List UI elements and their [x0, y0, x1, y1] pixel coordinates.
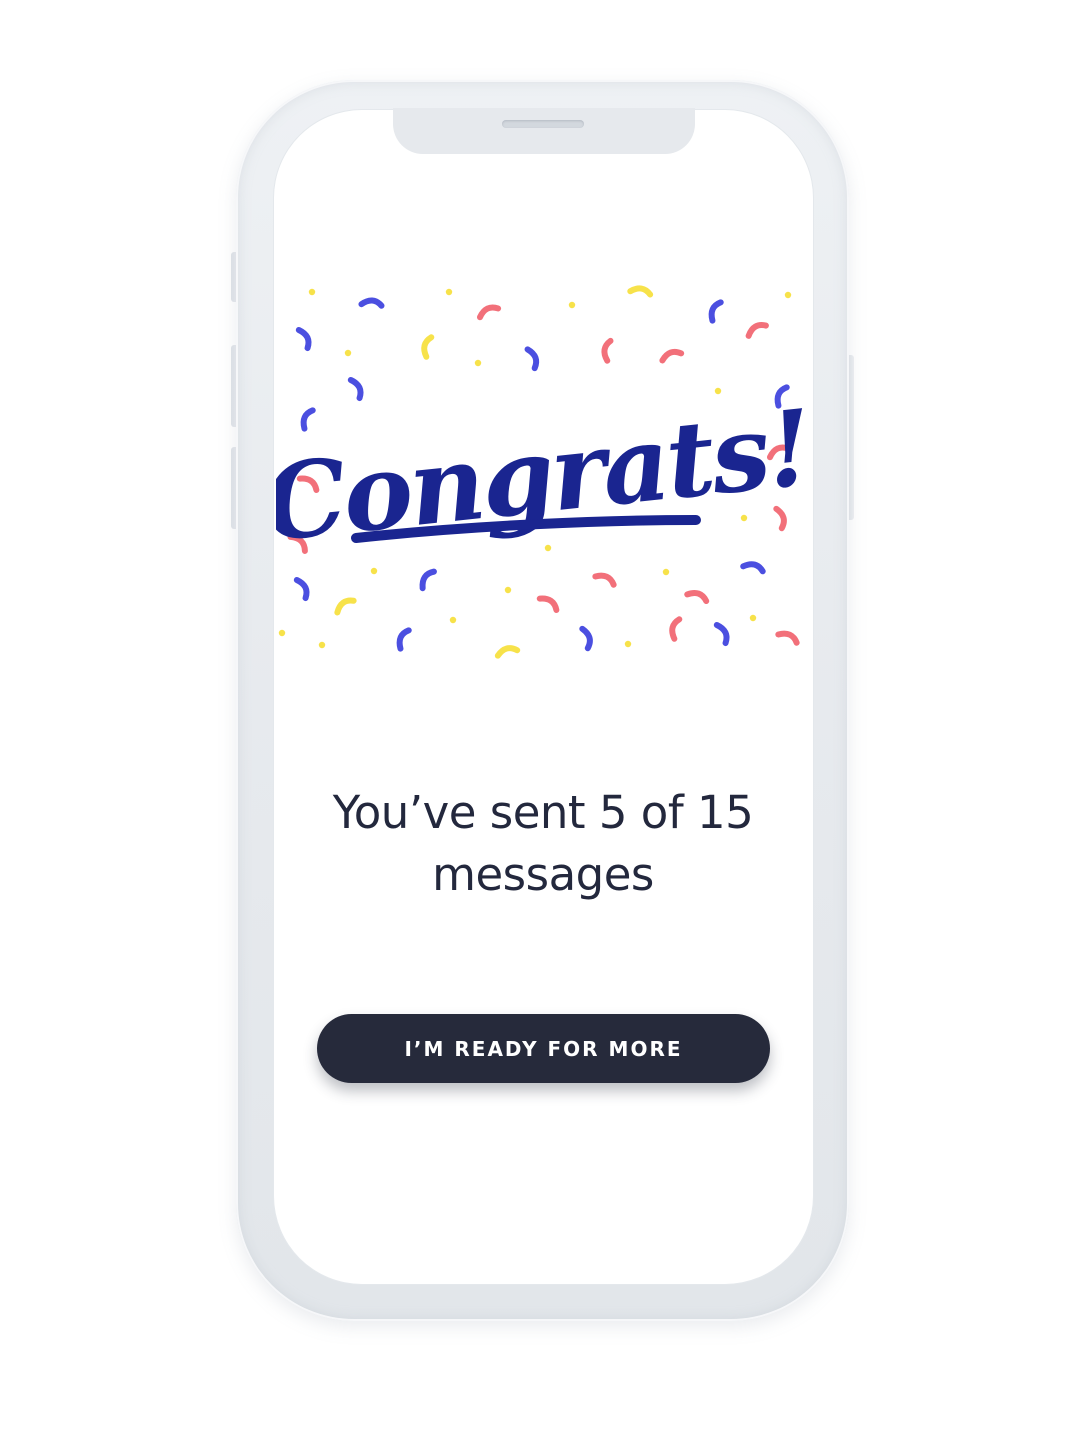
confetti-piece	[579, 625, 593, 652]
confetti-piece	[601, 337, 614, 364]
confetti-dot	[370, 567, 378, 575]
confetti-piece	[684, 590, 710, 605]
confetti-piece	[295, 326, 312, 352]
confetti-piece	[396, 627, 412, 652]
confetti-dot	[749, 614, 757, 622]
confetti-piece	[334, 597, 357, 616]
confetti-dot	[445, 288, 453, 296]
confetti-piece	[536, 595, 560, 613]
confetti-piece	[347, 376, 364, 402]
confetti-dot	[449, 616, 457, 624]
confetti-piece	[708, 299, 724, 324]
confetti-piece	[745, 322, 769, 339]
confetti-dot	[624, 640, 632, 648]
confetti-piece	[421, 334, 435, 360]
confetti-piece	[524, 346, 540, 372]
confetti-piece	[775, 630, 800, 646]
ready-for-more-button[interactable]: I’M READY FOR MORE	[317, 1014, 770, 1083]
confetti-dot	[308, 288, 316, 296]
confetti-piece	[476, 304, 502, 321]
confetti-piece	[740, 561, 766, 575]
confetti-dot	[318, 641, 326, 649]
congrats-illustration: Congrats!	[276, 285, 806, 659]
phone-notch	[393, 108, 695, 154]
confetti-piece	[293, 576, 310, 602]
confetti-piece	[592, 572, 617, 588]
confetti-dot	[504, 586, 512, 594]
confetti-dot	[544, 544, 552, 552]
confetti-piece	[300, 407, 316, 432]
confetti-piece	[419, 568, 437, 592]
confetti-dot	[474, 359, 482, 367]
confetti-piece	[669, 616, 683, 642]
confetti-dot	[344, 349, 352, 357]
confetti-dot	[278, 629, 286, 637]
confetti-dot	[714, 387, 722, 395]
confetti-piece	[494, 645, 521, 659]
confetti-piece	[659, 348, 685, 364]
confetti-piece	[358, 297, 385, 309]
confetti-dot	[784, 291, 792, 299]
confetti-dot	[568, 301, 576, 309]
confetti-piece	[627, 285, 654, 298]
phone-speaker	[502, 120, 584, 128]
progress-message: You’ve sent 5 of 15 messages	[332, 786, 754, 901]
confetti-piece	[713, 621, 730, 647]
app-stage: Congrats! You’ve sent 5 of 15 messages I…	[0, 0, 1081, 1437]
confetti-dot	[662, 568, 670, 576]
